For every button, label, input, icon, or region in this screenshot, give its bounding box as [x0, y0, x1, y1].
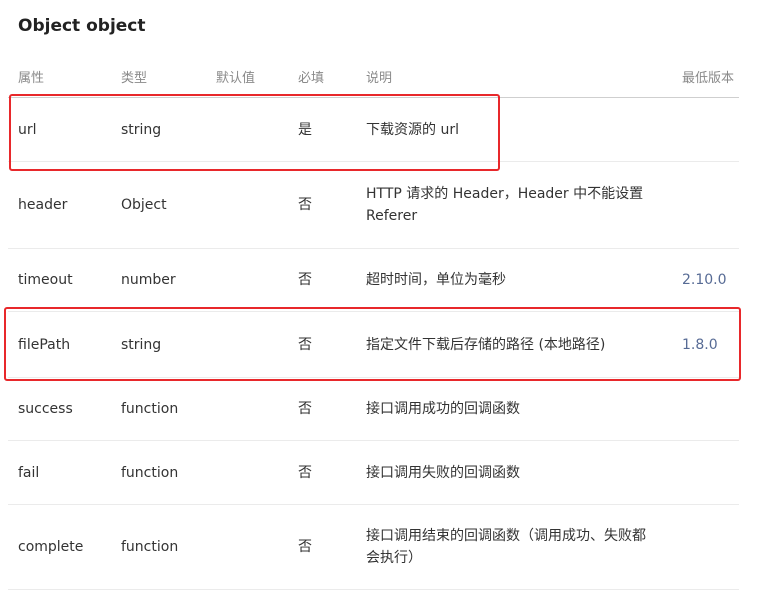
param-required: 是 [298, 121, 312, 138]
param-required: 否 [298, 464, 312, 481]
param-description: 指定文件下载后存储的路径 (本地路径) [366, 336, 606, 353]
param-name: filePath [18, 336, 71, 353]
param-name: complete [18, 539, 84, 555]
param-name: url [18, 121, 37, 138]
param-name: timeout [18, 272, 73, 288]
header-required: 必填 [298, 70, 325, 86]
param-description: HTTP 请求的 Header，Header 中不能设置 Referer [366, 186, 644, 224]
param-type: Object [121, 197, 167, 213]
param-required: 否 [298, 539, 312, 555]
param-name: success [18, 401, 73, 417]
header-name: 属性 [18, 70, 45, 86]
header-min-version: 最低版本 [682, 70, 735, 86]
param-required: 否 [298, 197, 312, 213]
param-required: 否 [298, 401, 312, 417]
table-row: url string 是 下载资源的 url [8, 98, 739, 162]
param-description: 接口调用成功的回调函数 [366, 401, 520, 417]
table-row: header Object 否 HTTP 请求的 Header，Header 中… [8, 162, 739, 249]
table-row: complete function 否 接口调用结束的回调函数（调用成功、失败都… [8, 505, 739, 590]
param-description: 接口调用结束的回调函数（调用成功、失败都会执行） [366, 528, 646, 566]
table-row: success function 否 接口调用成功的回调函数 [8, 378, 739, 441]
param-description: 超时时间，单位为毫秒 [366, 272, 506, 288]
table-row: filePath string 否 指定文件下载后存储的路径 (本地路径) 1.… [8, 312, 739, 378]
min-version-link[interactable]: 2.10.0 [682, 269, 727, 291]
param-description: 下载资源的 url [366, 121, 459, 138]
param-type: function [121, 401, 179, 417]
param-type: function [121, 464, 179, 481]
params-table: 属性 类型 默认值 必填 说明 最低版本 url string 是 下载资源的 … [8, 60, 739, 590]
param-type: string [121, 121, 162, 138]
section-title: Object object [18, 16, 146, 36]
table-row: timeout number 否 超时时间，单位为毫秒 2.10.0 [8, 249, 739, 312]
param-type: number [121, 272, 176, 288]
header-default: 默认值 [216, 70, 256, 86]
min-version-link[interactable]: 1.8.0 [682, 334, 718, 356]
header-type: 类型 [121, 70, 148, 86]
header-description: 说明 [366, 70, 393, 86]
param-required: 否 [298, 272, 312, 288]
param-type: function [121, 539, 179, 555]
param-name: fail [18, 464, 40, 481]
param-name: header [18, 197, 68, 213]
param-required: 否 [298, 336, 312, 353]
table-header-row: 属性 类型 默认值 必填 说明 最低版本 [8, 60, 739, 98]
param-type: string [121, 336, 162, 353]
param-description: 接口调用失败的回调函数 [366, 464, 520, 481]
table-row: fail function 否 接口调用失败的回调函数 [8, 441, 739, 505]
